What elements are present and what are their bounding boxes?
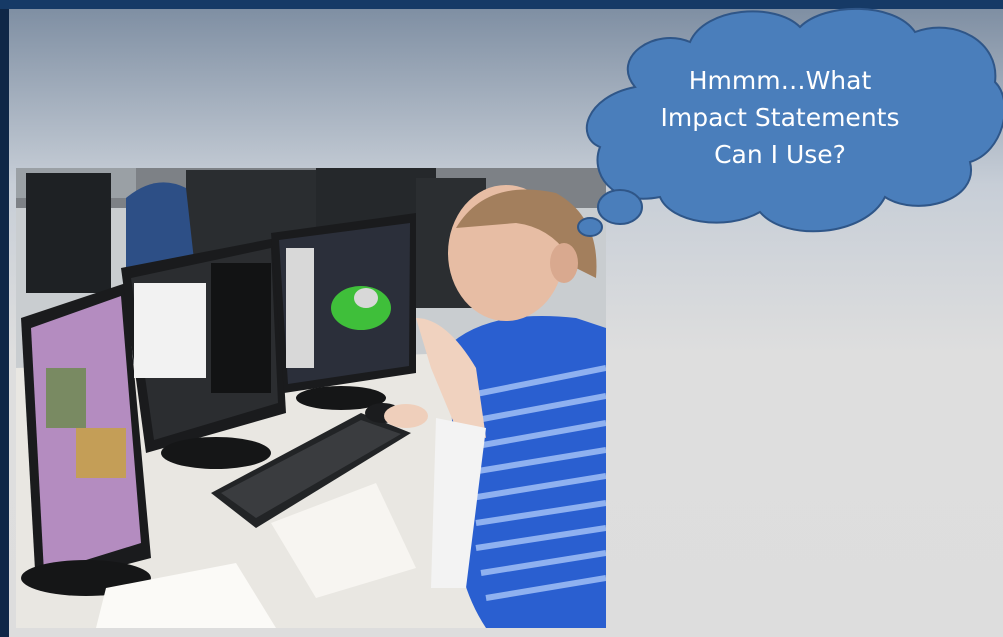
cloud-bubble-large: [597, 189, 643, 225]
thought-bubble-text: Hmmm…What Impact Statements Can I Use?: [640, 62, 920, 173]
cloud-bubble-small: [577, 217, 603, 237]
forecaster-photo: [16, 168, 606, 628]
thought-line-1: Hmmm…What: [688, 66, 872, 95]
thought-line-2: Impact Statements: [660, 103, 900, 132]
photo-illustration: [16, 168, 606, 628]
thought-line-3: Can I Use?: [714, 140, 846, 169]
